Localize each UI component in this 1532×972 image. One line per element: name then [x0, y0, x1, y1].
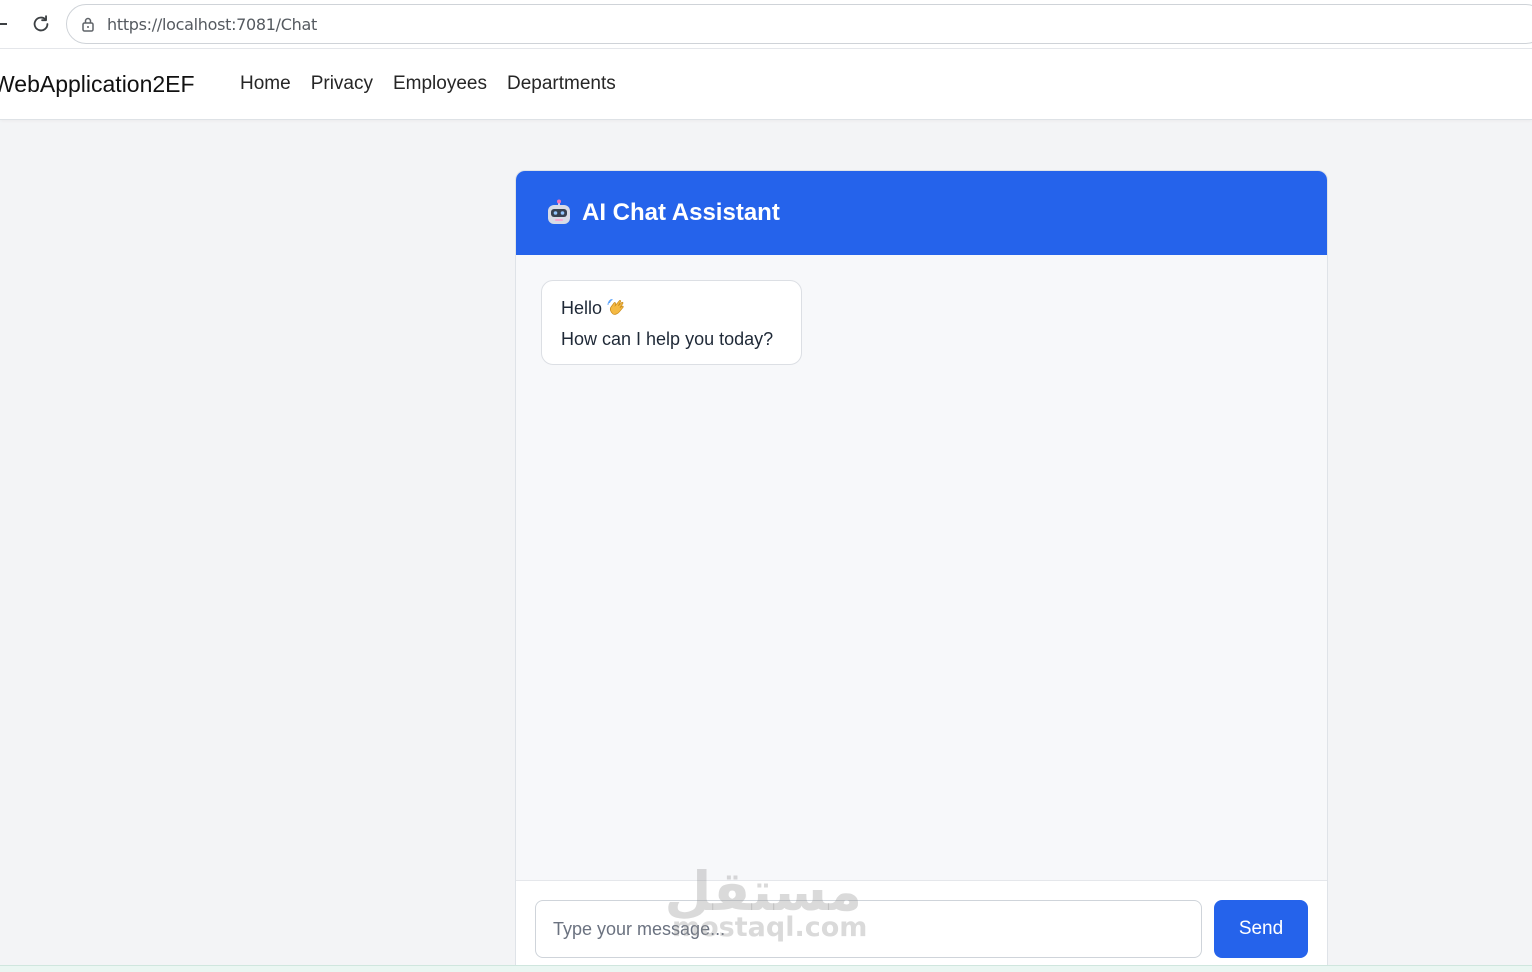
back-arrow-icon[interactable]: [0, 23, 7, 25]
message-line-2: How can I help you today?: [561, 329, 774, 349]
nav-link-departments[interactable]: Departments: [507, 73, 616, 95]
app-navbar: WebApplication2EF Home Privacy Employees…: [0, 49, 1532, 120]
send-button[interactable]: Send: [1214, 900, 1308, 958]
bot-message-bubble: Hello How can I help you today?: [541, 280, 802, 365]
chat-input-row: Send: [516, 880, 1327, 972]
waving-hand-icon: [607, 297, 627, 325]
chat-header: AI Chat Assistant: [516, 171, 1327, 255]
brand-link[interactable]: WebApplication2EF: [0, 71, 195, 98]
bottom-strip: [0, 965, 1532, 972]
nav-link-home[interactable]: Home: [240, 73, 291, 95]
browser-toolbar: https://localhost:7081/Chat: [0, 0, 1532, 49]
nav-links: Home Privacy Employees Departments: [240, 73, 636, 95]
nav-link-employees[interactable]: Employees: [393, 73, 487, 95]
message-input[interactable]: [535, 900, 1202, 958]
url-text[interactable]: https://localhost:7081/Chat: [107, 15, 317, 34]
robot-icon: [545, 199, 573, 227]
message-greeting: Hello: [561, 298, 603, 318]
chat-card: AI Chat Assistant Hello How can I help y…: [515, 170, 1328, 972]
chat-title: AI Chat Assistant: [582, 199, 780, 226]
address-bar[interactable]: https://localhost:7081/Chat: [66, 4, 1532, 44]
message-line-1: Hello: [561, 294, 782, 325]
messages-area[interactable]: Hello How can I help you today?: [516, 255, 1327, 880]
reload-icon[interactable]: [28, 11, 54, 37]
lock-icon[interactable]: [79, 15, 97, 33]
nav-link-privacy[interactable]: Privacy: [311, 73, 373, 95]
